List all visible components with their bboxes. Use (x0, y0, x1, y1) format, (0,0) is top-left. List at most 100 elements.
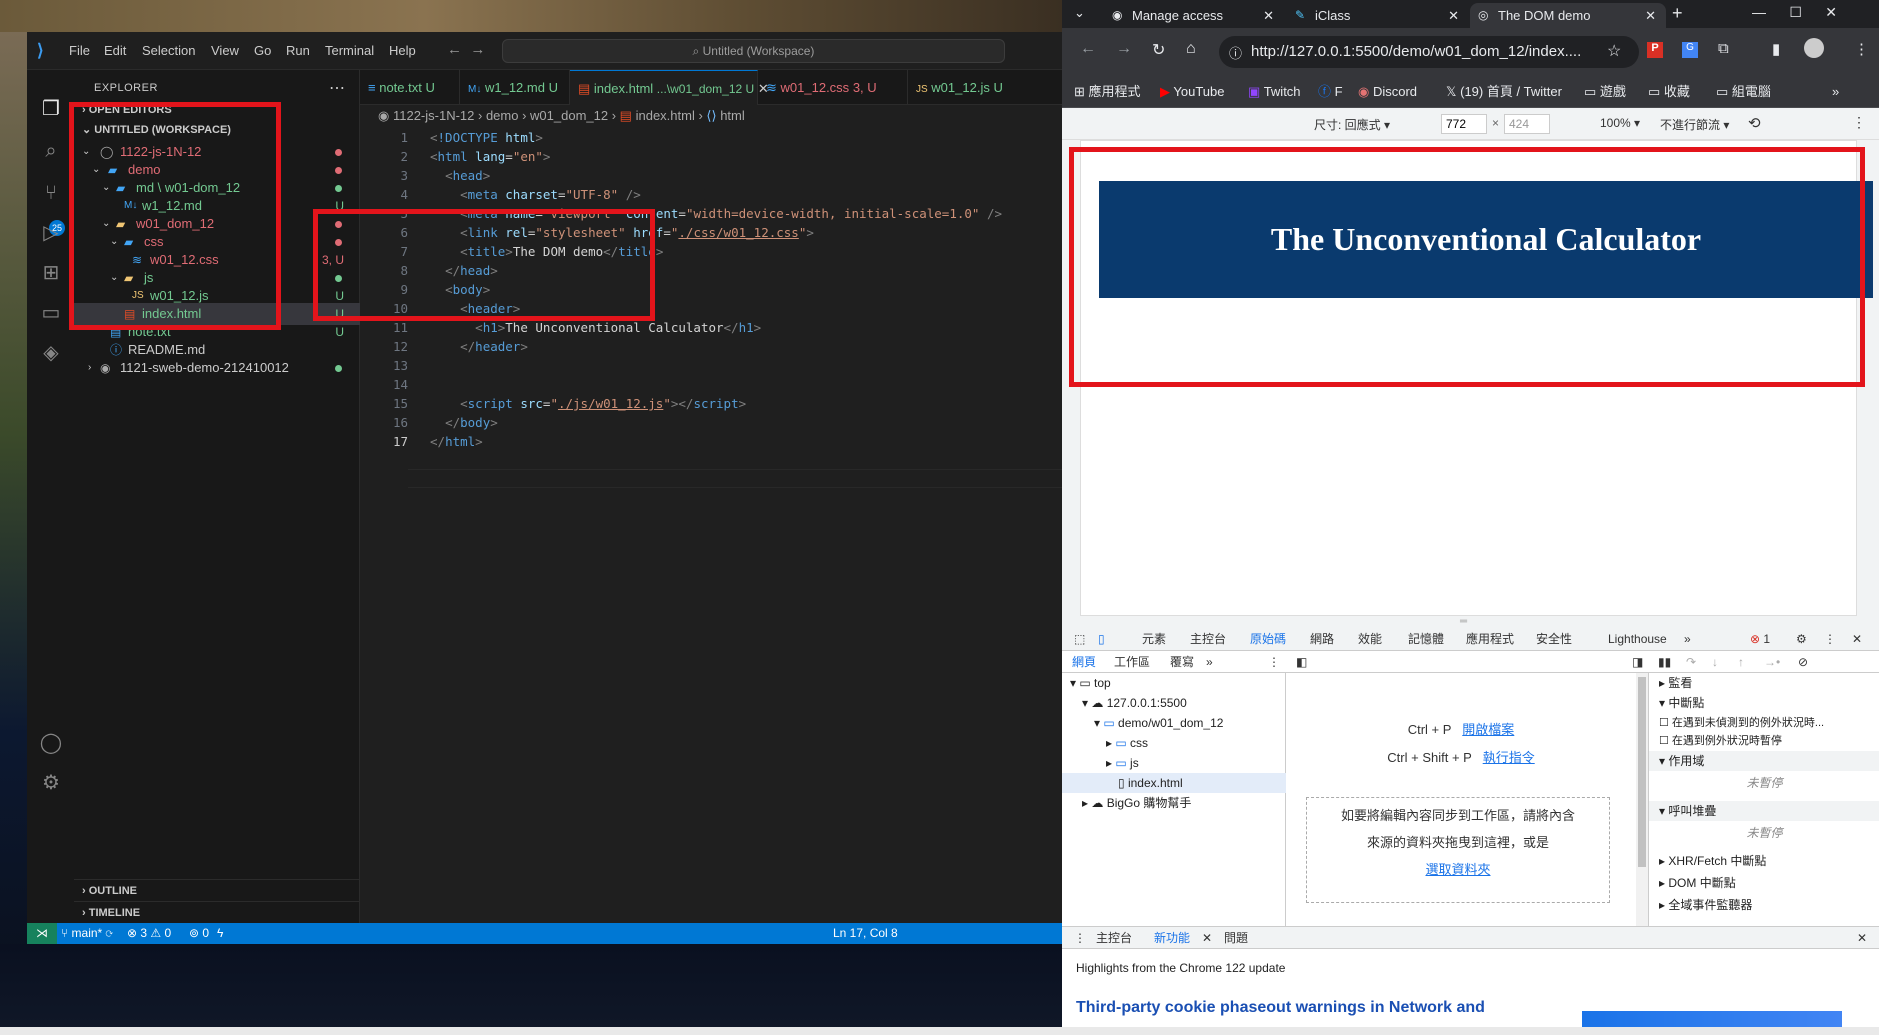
devtools-tab-application[interactable]: 應用程式 (1466, 628, 1514, 651)
new-tab-icon[interactable]: + (1672, 3, 1683, 24)
xhr-breakpoints-section[interactable]: ▸ XHR/Fetch 中斷點 (1649, 851, 1879, 871)
pause-caught-checkbox[interactable]: ☐ 在遇到例外狀況時暫停 (1649, 731, 1879, 751)
remote-icon[interactable]: ⋊ (27, 923, 57, 944)
subtab-more-icon[interactable]: » (1206, 651, 1213, 674)
more-tabs-icon[interactable]: » (1684, 628, 1691, 651)
open-file-link[interactable]: 開啟檔案 (1462, 722, 1514, 737)
bookmark-youtube[interactable]: ▶ YouTube (1160, 76, 1224, 108)
forward-icon[interactable]: → (1116, 40, 1132, 58)
device-toggle-icon[interactable]: ▯ (1098, 628, 1105, 651)
address-bar[interactable]: http://127.0.0.1:5500/demo/w01_dom_12/in… (1219, 36, 1639, 68)
tree-js-folder[interactable]: ▸ ▭ js (1106, 753, 1139, 773)
menu-run[interactable]: Run (286, 43, 310, 58)
bookmark-folder-pc[interactable]: ▭ 組電腦 (1716, 76, 1771, 108)
side-panel-icon[interactable]: ▮ (1772, 40, 1780, 58)
step-out-icon[interactable]: ↑ (1738, 651, 1744, 674)
devtools-settings-icon[interactable]: ⚙ (1796, 628, 1807, 651)
menu-go[interactable]: Go (254, 43, 271, 58)
docker-icon[interactable]: ◈ (38, 340, 64, 366)
tree-index-html[interactable]: ▯ index.html (1062, 773, 1286, 793)
subtab-workspace[interactable]: 工作區 (1114, 651, 1150, 674)
devtools-more-icon[interactable]: ⋮ (1824, 628, 1836, 651)
tab-search-icon[interactable]: ⌄ (1074, 5, 1085, 21)
outline-section[interactable]: › OUTLINE (74, 879, 360, 901)
drawer-tab-console[interactable]: 主控台 (1096, 927, 1132, 950)
site-info-icon[interactable]: ⓘ (1229, 43, 1242, 62)
step-icon[interactable]: →• (1764, 651, 1780, 674)
tab-w01-12-js[interactable]: JS w01_12.js U (908, 70, 1062, 105)
tree-top[interactable]: ▾ ▭ top (1070, 673, 1111, 693)
breakpoints-section[interactable]: ▾ 中斷點 (1649, 693, 1879, 713)
bookmark-discord[interactable]: ◉ Discord (1358, 76, 1417, 108)
tree-css-folder[interactable]: ▸ ▭ css (1106, 733, 1148, 753)
nav-arrows-icon[interactable]: ← → (447, 41, 485, 58)
close-window-icon[interactable]: ✕ (1825, 4, 1837, 20)
browser-tab-manage-access[interactable]: ◉ Manage access ✕ (1104, 3, 1284, 28)
step-over-icon[interactable]: ↷ (1686, 651, 1696, 674)
search-icon[interactable]: ⌕ (38, 138, 64, 164)
breadcrumb-item[interactable]: 1122-js-1N-12 (393, 108, 474, 123)
cursor-position[interactable]: Ln 17, Col 8 (833, 923, 898, 944)
menu-view[interactable]: View (211, 43, 239, 58)
bookmark-f[interactable]: ⓕ F (1318, 76, 1343, 108)
tab-close-icon[interactable]: ✕ (1263, 3, 1274, 28)
devtools-tab-elements[interactable]: 元素 (1142, 628, 1166, 651)
viewport-resize-handle[interactable]: ═ (1062, 616, 1879, 628)
tab-close-icon[interactable]: ✕ (1448, 3, 1459, 28)
dom-breakpoints-section[interactable]: ▸ DOM 中斷點 (1649, 873, 1879, 893)
call-stack-section[interactable]: ▾ 呼叫堆疊 (1649, 801, 1879, 821)
watch-section[interactable]: ▸ 監看 (1649, 673, 1879, 693)
tab-w01-12-css[interactable]: ≋ w01_12.css 3, U (758, 70, 908, 105)
extension-p-icon[interactable]: P (1647, 42, 1663, 58)
devtools-tab-memory[interactable]: 記憶體 (1408, 628, 1444, 651)
event-listener-section[interactable]: ▸ 全域事件監聽器 (1649, 895, 1879, 915)
pause-icon[interactable]: ▮▮ (1658, 651, 1671, 674)
menu-terminal[interactable]: Terminal (325, 43, 374, 58)
source-control-icon[interactable]: ⑂ (38, 180, 64, 206)
menu-edit[interactable]: Edit (104, 43, 126, 58)
more-actions-icon[interactable]: ⋯ (329, 78, 345, 98)
devtools-tab-console[interactable]: 主控台 (1190, 628, 1226, 651)
minimize-icon[interactable]: — (1752, 4, 1766, 20)
reload-icon[interactable]: ↻ (1152, 40, 1165, 60)
settings-gear-icon[interactable]: ⚙ (38, 770, 64, 796)
devtools-tab-lighthouse[interactable]: Lighthouse (1608, 628, 1667, 651)
explorer-icon[interactable]: ❐ (38, 96, 64, 122)
device-more-icon[interactable]: ⋮ (1852, 114, 1866, 131)
tree-demo-folder[interactable]: ▾ ▭ demo/w01_dom_12 (1094, 713, 1223, 733)
tab-index-html[interactable]: ▤ index.html ...\w01_dom_12 U ✕ (570, 70, 769, 105)
extensions-puzzle-icon[interactable]: ⧉ (1718, 40, 1729, 57)
devtools-close-icon[interactable]: ✕ (1852, 628, 1862, 651)
extensions-icon[interactable]: ⊞ (38, 260, 64, 286)
drawer-tab-close-icon[interactable]: ✕ (1202, 927, 1212, 950)
bookmark-twitter[interactable]: 𝕏 (19) 首頁 / Twitter (1446, 76, 1562, 108)
breadcrumb-item[interactable]: html (720, 108, 745, 123)
bookmark-star-icon[interactable]: ☆ (1607, 41, 1621, 61)
code-editor[interactable]: 1 2 3 4 5 6 7 8 9 10 11 12 13 14 15 16 1… (360, 127, 1062, 923)
bookmark-folder-collect[interactable]: ▭ 收藏 (1648, 76, 1690, 108)
breadcrumb-item[interactable]: index.html (636, 108, 695, 123)
devtools-tab-network[interactable]: 網路 (1310, 628, 1334, 651)
bookmark-apps[interactable]: ⊞ 應用程式 (1074, 76, 1141, 108)
tab-w1-12-md[interactable]: M↓ w1_12.md U (460, 70, 570, 105)
folder-drop-zone[interactable]: 如要將編輯內容同步到工作區，請將內含 來源的資料夾拖曳到這裡，或是 選取資料夾 (1306, 797, 1610, 903)
toggle-debugger-icon[interactable]: ◨ (1632, 651, 1643, 674)
rotate-icon[interactable]: ⟲ (1748, 114, 1761, 132)
throttle-select[interactable]: 不進行節流 ▾ (1660, 116, 1729, 133)
pause-uncaught-checkbox[interactable]: ☐ 在遇到未偵測到的例外狀況時... (1649, 713, 1879, 733)
toggle-navigator-icon[interactable]: ◧ (1296, 651, 1307, 674)
tab-close-icon[interactable]: ✕ (1645, 3, 1656, 28)
device-size-select[interactable]: 尺寸: 回應式 ▾ (1314, 116, 1390, 133)
breadcrumb-item[interactable]: w01_dom_12 (530, 108, 608, 123)
tree-biggo[interactable]: ▸ ☁ BigGo 購物幫手 (1082, 793, 1191, 813)
account-icon[interactable]: ◯ (38, 730, 64, 756)
deactivate-breakpoints-icon[interactable]: ⊘ (1798, 651, 1808, 674)
problems-status[interactable]: ⊗ 3 ⚠ 0 (127, 923, 171, 944)
menu-file[interactable]: File (69, 43, 90, 58)
remote-explorer-icon[interactable]: ▭ (38, 300, 64, 326)
ports-status[interactable]: ⊚ 0 (189, 923, 209, 944)
breadcrumb-item[interactable]: demo (486, 108, 519, 123)
step-into-icon[interactable]: ↓ (1712, 651, 1718, 674)
drawer-menu-icon[interactable]: ⋮ (1074, 927, 1086, 950)
browser-tab-iclass[interactable]: ✎ iClass ✕ (1287, 3, 1469, 28)
